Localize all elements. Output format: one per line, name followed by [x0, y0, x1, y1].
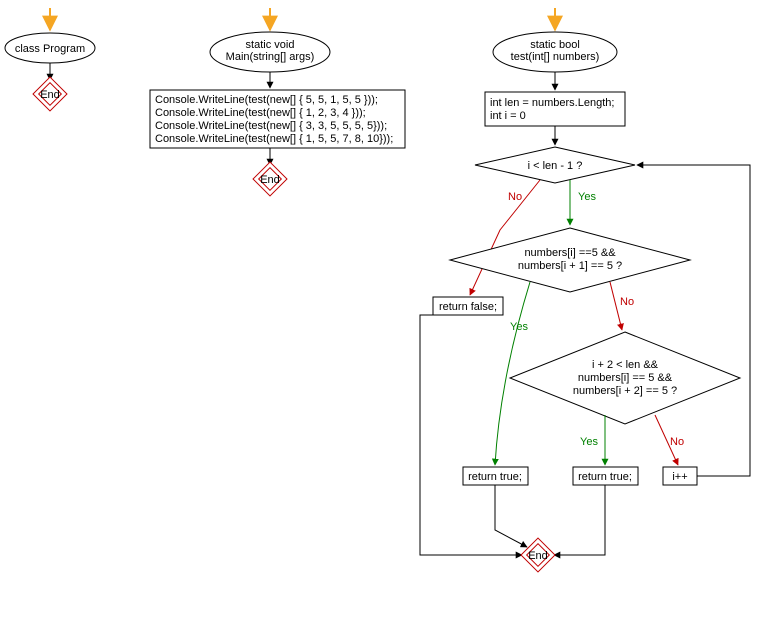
end-node: End [33, 77, 67, 111]
end-node: End [253, 162, 287, 196]
edge-no-label: No [508, 191, 522, 203]
terminal-label-line2: Main(string[] args) [226, 51, 315, 63]
end-label: End [528, 550, 548, 562]
edge-icon [420, 315, 522, 555]
terminal-label-line2: test(int[] numbers) [511, 51, 600, 63]
edge-icon [495, 485, 527, 547]
edge-yes-label: Yes [580, 436, 598, 448]
end-label: End [260, 174, 280, 186]
edge-yes-label: Yes [510, 321, 528, 333]
edge-no-label: No [670, 436, 684, 448]
cond-gap-line1: i + 2 < len && [592, 359, 659, 371]
edge-back-icon [637, 165, 750, 476]
cond-adj-line1: numbers[i] ==5 && [524, 247, 616, 259]
terminal-label-line1: static void [246, 39, 295, 51]
flowchart-test: static bool test(int[] numbers) int len … [420, 8, 750, 572]
flowchart-main: static void Main(string[] args) Console.… [150, 8, 405, 196]
return-true-2-label: return true; [578, 471, 632, 483]
edge-no-label: No [620, 296, 634, 308]
body-line: Console.WriteLine(test(new[] { 1, 5, 5, … [155, 133, 393, 145]
return-true-1-label: return true; [468, 471, 522, 483]
edge-yes-label: Yes [578, 191, 596, 203]
terminal-label-line1: static bool [530, 39, 580, 51]
body-line: Console.WriteLine(test(new[] { 5, 5, 1, … [155, 94, 378, 106]
end-label: End [40, 89, 60, 101]
flowchart-program: class Program End [5, 8, 95, 111]
cond-adj-line2: numbers[i + 1] == 5 ? [518, 260, 622, 272]
cond-gap-line3: numbers[i + 2] == 5 ? [573, 385, 677, 397]
terminal-label: class Program [15, 43, 85, 55]
return-false-label: return false; [439, 301, 497, 313]
init-line: int len = numbers.Length; [490, 97, 614, 109]
end-node: End [521, 538, 555, 572]
body-line: Console.WriteLine(test(new[] { 3, 3, 5, … [155, 120, 387, 132]
cond-gap-line2: numbers[i] == 5 && [578, 372, 673, 384]
init-line: int i = 0 [490, 110, 526, 122]
body-line: Console.WriteLine(test(new[] { 1, 2, 3, … [155, 107, 366, 119]
edge-icon [554, 485, 605, 555]
cond-loop-label: i < len - 1 ? [528, 160, 583, 172]
inc-label: i++ [672, 471, 687, 483]
